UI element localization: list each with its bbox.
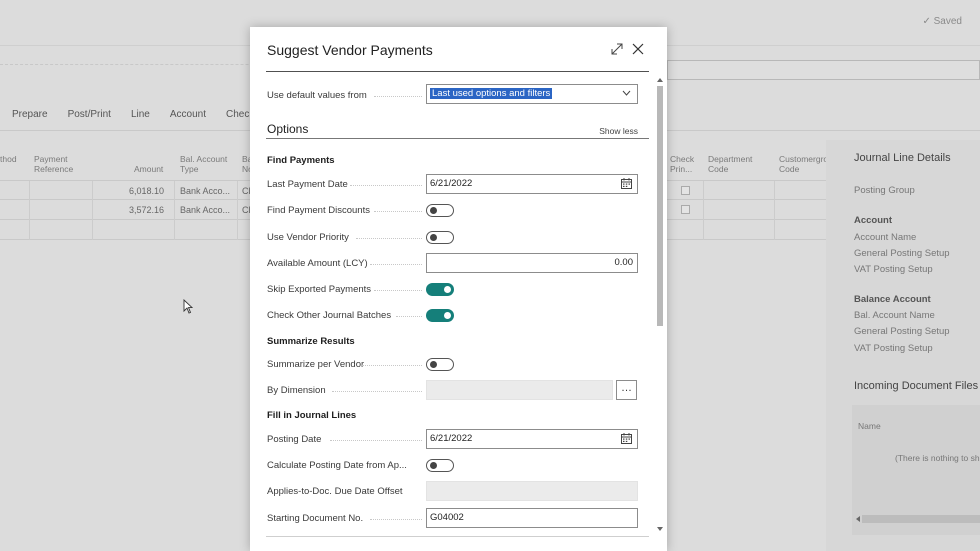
chevron-down-icon <box>622 85 631 103</box>
scroll-up-icon[interactable] <box>657 78 663 82</box>
last-payment-date-label: Last Payment Date <box>267 179 348 190</box>
col-header-bal-account-type: Bal. Account Type <box>180 154 228 174</box>
divider <box>266 536 649 537</box>
last-payment-date-input[interactable]: 6/21/2022 <box>426 174 638 194</box>
use-vendor-priority-label: Use Vendor Priority <box>267 232 349 243</box>
action-post-print[interactable]: Post/Print <box>56 103 119 127</box>
use-vendor-priority-toggle[interactable] <box>426 231 454 244</box>
table-row[interactable] <box>668 220 826 240</box>
by-dimension-input <box>426 380 613 400</box>
vat-posting-setup-label: VAT Posting Setup <box>854 264 933 275</box>
header-field <box>667 60 980 80</box>
scrollbar-thumb[interactable] <box>657 86 663 326</box>
account-name-label: Account Name <box>854 232 917 243</box>
bal-account-type-cell: Bank Acco... <box>175 200 238 220</box>
find-payments-heading: Find Payments <box>267 155 335 166</box>
col-header-amount: Amount <box>134 164 164 174</box>
amount-cell: 3,572.16 <box>93 200 175 220</box>
posting-group-label: Posting Group <box>854 185 915 196</box>
starting-document-no-label: Starting Document No. <box>267 513 364 524</box>
action-account[interactable]: Account <box>158 103 214 127</box>
skip-exported-payments-toggle[interactable] <box>426 283 454 296</box>
table-row[interactable] <box>668 180 826 201</box>
vertical-scrollbar[interactable] <box>656 78 664 537</box>
options-heading: Options <box>267 122 309 136</box>
action-bar: Prepare Post/Print Line Account Check <box>0 103 262 127</box>
col-header-customergroup-code: Customergro Code <box>779 154 829 174</box>
by-dimension-lookup-button[interactable]: … <box>616 380 637 400</box>
close-icon[interactable] <box>629 40 647 58</box>
empty-message: (There is nothing to sho <box>895 453 980 463</box>
vat-posting-setup-label: VAT Posting Setup <box>854 343 933 354</box>
bal-account-name-label: Bal. Account Name <box>854 310 935 321</box>
available-amount-label: Available Amount (LCY) <box>267 258 368 269</box>
calendar-icon[interactable] <box>621 178 632 196</box>
fill-in-journal-lines-heading: Fill in Journal Lines <box>267 410 357 421</box>
table-row[interactable] <box>668 200 826 220</box>
action-prepare[interactable]: Prepare <box>0 103 56 127</box>
bal-account-type-cell: Bank Acco... <box>175 181 238 201</box>
expand-icon[interactable] <box>608 40 626 58</box>
saved-status: ✓ Saved <box>922 16 962 27</box>
applies-to-doc-due-date-offset-label: Applies-to-Doc. Due Date Offset <box>267 486 403 497</box>
applies-to-doc-due-date-offset-input <box>426 481 638 501</box>
horizontal-scrollbar[interactable] <box>862 515 980 523</box>
posting-date-label: Posting Date <box>267 434 322 445</box>
account-heading: Account <box>854 215 892 226</box>
check-printed-checkbox[interactable] <box>681 186 690 195</box>
calculate-posting-date-label: Calculate Posting Date from Ap... <box>267 460 407 471</box>
starting-document-no-input[interactable]: G04002 <box>426 508 638 528</box>
find-payment-discounts-label: Find Payment Discounts <box>267 205 370 216</box>
action-line[interactable]: Line <box>119 103 158 127</box>
summarize-results-heading: Summarize Results <box>267 336 355 347</box>
col-header-check-printed: Check Prin... <box>670 154 695 174</box>
journal-line-details-panel: Journal Line Details Posting Group Accou… <box>826 140 980 551</box>
check-printed-checkbox[interactable] <box>681 205 690 214</box>
scroll-left-icon[interactable] <box>856 516 860 522</box>
calendar-icon[interactable] <box>621 433 632 451</box>
summarize-per-vendor-label: Summarize per Vendor <box>267 359 365 370</box>
show-less-link[interactable]: Show less <box>599 126 638 136</box>
panel-title: Journal Line Details <box>854 152 951 164</box>
general-posting-setup-label: General Posting Setup <box>854 326 950 337</box>
scroll-down-icon[interactable] <box>657 527 663 531</box>
incoming-document-files-title: Incoming Document Files <box>854 380 979 392</box>
find-payment-discounts-toggle[interactable] <box>426 204 454 217</box>
posting-date-input[interactable]: 6/21/2022 <box>426 429 638 449</box>
mouse-cursor-icon <box>183 298 194 317</box>
name-column-header: Name <box>858 421 881 431</box>
use-default-values-select[interactable]: Last used options and filters <box>426 84 638 104</box>
check-other-journal-batches-label: Check Other Journal Batches <box>267 310 392 321</box>
by-dimension-label: By Dimension <box>267 385 326 396</box>
check-icon: ✓ <box>922 16 931 27</box>
col-header-department-code: Department Code <box>708 154 753 174</box>
selected-option: Last used options and filters <box>430 88 553 99</box>
col-header-payment-reference: Payment Reference <box>34 154 74 174</box>
divider <box>266 71 649 72</box>
summarize-per-vendor-toggle[interactable] <box>426 358 454 371</box>
check-other-journal-batches-toggle[interactable] <box>426 309 454 322</box>
balance-account-heading: Balance Account <box>854 294 931 305</box>
divider <box>266 138 649 139</box>
dialog-title: Suggest Vendor Payments <box>267 42 433 58</box>
suggest-vendor-payments-dialog: Suggest Vendor Payments Use default valu… <box>250 27 667 551</box>
col-header-method: thod <box>0 154 17 164</box>
available-amount-input[interactable]: 0.00 <box>426 253 638 273</box>
use-default-values-label: Use default values from <box>267 90 367 101</box>
skip-exported-payments-label: Skip Exported Payments <box>267 284 372 295</box>
calculate-posting-date-toggle[interactable] <box>426 459 454 472</box>
general-posting-setup-label: General Posting Setup <box>854 248 950 259</box>
amount-cell: 6,018.10 <box>93 181 175 201</box>
